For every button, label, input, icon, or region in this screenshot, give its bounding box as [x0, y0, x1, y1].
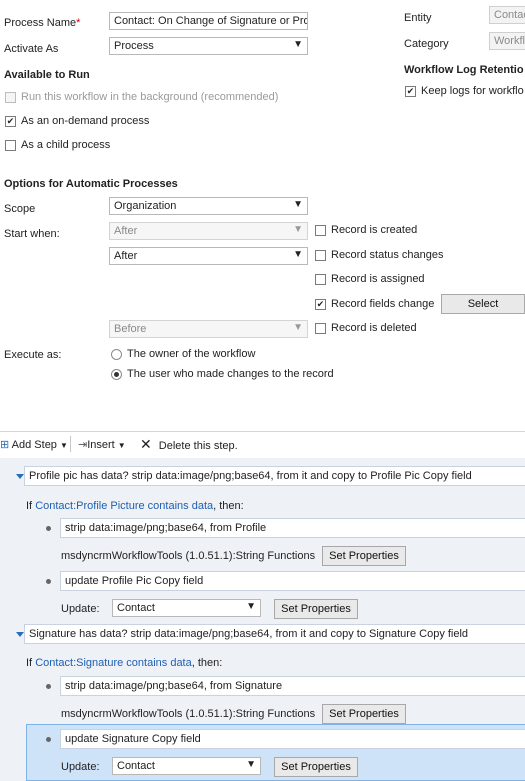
on-demand-checkbox[interactable]: ✔ — [5, 116, 16, 127]
chevron-down-icon: ▼ — [293, 224, 303, 235]
execute-owner-radio[interactable] — [111, 349, 122, 360]
child-process-label: As a child process — [21, 139, 111, 151]
activate-as-value: Process — [114, 40, 154, 52]
step-2-action-1-set-properties-button[interactable]: Set Properties — [322, 704, 406, 724]
run-background-checkbox — [5, 92, 16, 103]
close-icon: ✕ — [140, 436, 152, 452]
step-1-update-select[interactable]: Contact ▼ — [112, 599, 261, 617]
process-name-label: Process Name* — [4, 17, 81, 29]
scope-value: Organization — [114, 200, 177, 212]
available-to-run-heading: Available to Run — [4, 69, 90, 81]
step-1-action-1[interactable]: strip data:image/png;base64, from Profil… — [60, 518, 525, 538]
start-when-deleted-value: Before — [114, 323, 147, 335]
step-1-title[interactable]: Profile pic has data? strip data:image/p… — [24, 466, 525, 486]
record-assigned-checkbox[interactable] — [315, 274, 326, 285]
step-1-action-1-bullet — [46, 526, 51, 531]
record-created-checkbox[interactable] — [315, 225, 326, 236]
toolbar-separator — [70, 436, 71, 452]
log-retention-heading: Workflow Log Retentio — [404, 64, 524, 76]
step-2-action-1-source: msdyncrmWorkflowTools (1.0.51.1):String … — [61, 708, 316, 720]
divider — [0, 431, 525, 432]
chevron-down-icon: ▼ — [246, 759, 256, 770]
execute-user-radio[interactable] — [111, 369, 122, 380]
on-demand-label: As an on-demand process — [21, 115, 150, 127]
execute-user-label: The user who made changes to the record — [127, 368, 334, 380]
execute-as-label: Execute as: — [4, 349, 62, 361]
process-name-input[interactable]: Contact: On Change of Signature or Pro — [109, 12, 308, 30]
record-deleted-checkbox[interactable] — [315, 323, 326, 334]
chevron-down-icon: ▼ — [293, 199, 303, 210]
step-2-action-1-bullet — [46, 684, 51, 689]
start-when-status-value: After — [114, 250, 138, 262]
insert-label: Insert — [87, 439, 115, 451]
collapse-step-1-icon[interactable] — [16, 474, 24, 479]
entity-field: Contac — [489, 6, 525, 24]
run-background-label: Run this workflow in the background (rec… — [21, 91, 279, 103]
execute-owner-label: The owner of the workflow — [127, 348, 256, 360]
start-when-status-select[interactable]: After ▼ — [109, 247, 308, 265]
collapse-step-2-icon[interactable] — [16, 632, 24, 637]
chevron-down-icon: ▼ — [246, 601, 256, 612]
keep-logs-checkbox[interactable]: ✔ — [405, 86, 416, 97]
step-2-action-1[interactable]: strip data:image/png;base64, from Signat… — [60, 676, 525, 696]
chevron-down-icon: ▼ — [293, 322, 303, 333]
insert-icon: ⇥ — [78, 439, 88, 451]
start-when-created-value: After — [114, 225, 138, 237]
scope-select[interactable]: Organization ▼ — [109, 197, 308, 215]
entity-label: Entity — [404, 12, 432, 24]
keep-logs-label: Keep logs for workflo — [421, 85, 524, 97]
record-fields-label: Record fields change — [331, 298, 435, 310]
insert-button[interactable]: ⇥Insert ▼ — [78, 438, 126, 451]
select-fields-button[interactable]: Select — [441, 294, 525, 314]
record-status-label: Record status changes — [331, 249, 444, 261]
delete-step-label: Delete this step. — [158, 440, 238, 452]
step-2-update-value: Contact — [117, 760, 155, 772]
record-status-checkbox[interactable] — [315, 250, 326, 261]
step-1-action-2[interactable]: update Profile Pic Copy field — [60, 571, 525, 591]
required-mark: * — [76, 17, 81, 29]
step-1-action-2-set-properties-button[interactable]: Set Properties — [274, 599, 358, 619]
child-process-checkbox[interactable] — [5, 140, 16, 151]
step-2-update-select[interactable]: Contact ▼ — [112, 757, 261, 775]
add-step-button[interactable]: ⊞ Add Step ▼ — [0, 438, 68, 451]
step-2-condition-link[interactable]: Contact:Signature contains data — [35, 657, 192, 669]
record-deleted-label: Record is deleted — [331, 322, 417, 334]
chevron-down-icon: ▼ — [60, 441, 68, 450]
scope-label: Scope — [4, 203, 36, 215]
step-2-title[interactable]: Signature has data? strip data:image/png… — [24, 624, 525, 644]
delete-step-button[interactable]: ✕ Delete this step. — [140, 436, 238, 453]
category-label: Category — [404, 38, 449, 50]
step-2-condition: If Contact:Signature contains data, then… — [26, 657, 223, 669]
step-2-action-2-bullet — [46, 737, 51, 742]
add-step-icon: ⊞ — [0, 439, 10, 451]
chevron-down-icon: ▼ — [293, 249, 303, 260]
activate-as-select[interactable]: Process ▼ — [109, 37, 308, 55]
record-assigned-label: Record is assigned — [331, 273, 425, 285]
start-when-label: Start when: — [4, 228, 60, 240]
step-2-update-label: Update: — [61, 761, 100, 773]
chevron-down-icon: ▼ — [117, 441, 126, 450]
start-when-created-select: After ▼ — [109, 222, 308, 240]
step-2-action-2[interactable]: update Signature Copy field — [60, 729, 525, 749]
add-step-label: Add Step — [11, 439, 57, 451]
step-1-action-1-source: msdyncrmWorkflowTools (1.0.51.1):String … — [61, 550, 316, 562]
activate-as-label: Activate As — [4, 43, 59, 55]
automatic-heading: Options for Automatic Processes — [4, 178, 178, 190]
step-1-update-label: Update: — [61, 603, 100, 615]
chevron-down-icon: ▼ — [293, 39, 303, 50]
step-1-update-value: Contact — [117, 602, 155, 614]
step-1-condition-link[interactable]: Contact:Profile Picture contains data — [35, 500, 213, 512]
step-1-condition: If Contact:Profile Picture contains data… — [26, 500, 244, 512]
record-created-label: Record is created — [331, 224, 418, 236]
step-1-action-1-set-properties-button[interactable]: Set Properties — [322, 546, 406, 566]
step-1-action-2-bullet — [46, 579, 51, 584]
step-2-action-2-set-properties-button[interactable]: Set Properties — [274, 757, 358, 777]
start-when-deleted-select: Before ▼ — [109, 320, 308, 338]
record-fields-checkbox[interactable]: ✔ — [315, 299, 326, 310]
category-field: Workflo — [489, 32, 525, 50]
